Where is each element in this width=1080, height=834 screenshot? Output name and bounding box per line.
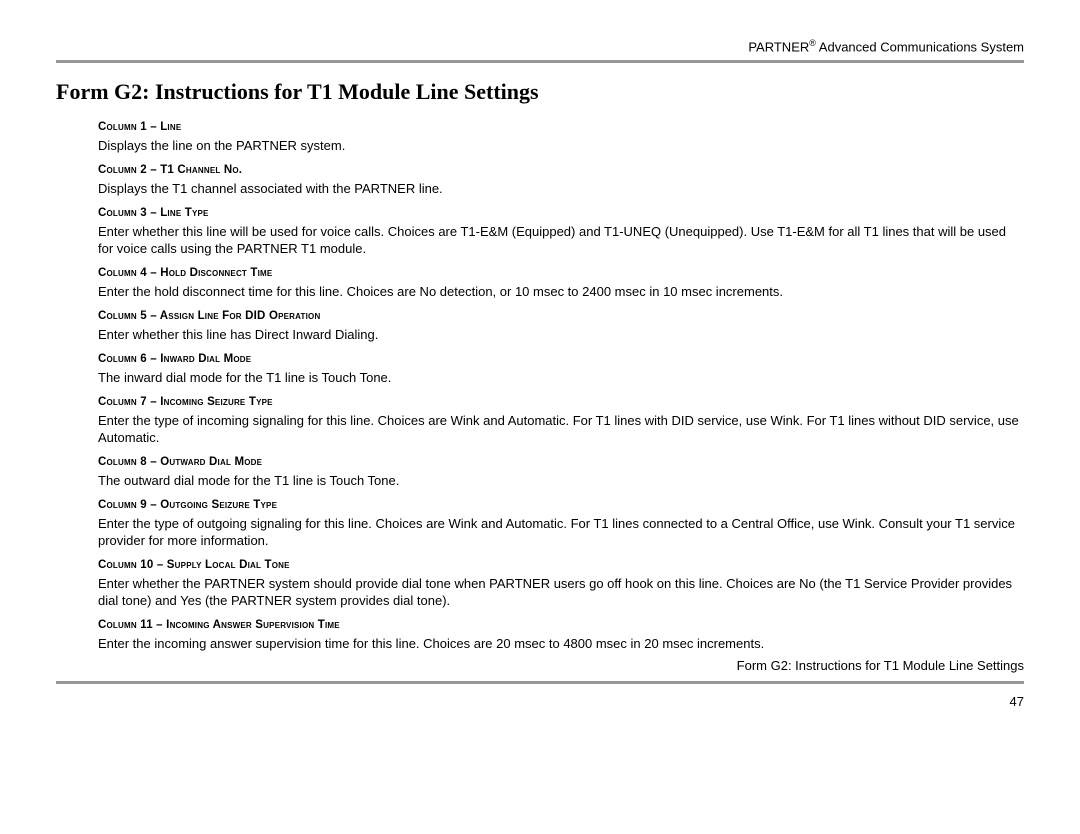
column-head: Column 3 – Line Type [98, 207, 1024, 219]
column-body: Enter whether the PARTNER system should … [98, 575, 1024, 609]
column-head: Column 2 – T1 Channel No. [98, 164, 1024, 176]
reg-mark: ® [809, 38, 816, 48]
column-body: Displays the line on the PARTNER system. [98, 137, 1024, 154]
column-body: Enter whether this line has Direct Inwar… [98, 326, 1024, 343]
page-number: 47 [56, 694, 1024, 709]
column-head: Column 1 – Line [98, 121, 1024, 133]
column-head: Column 7 – Incoming Seizure Type [98, 396, 1024, 408]
product: Advanced Communications System [819, 39, 1024, 54]
column-head: Column 11 – Incoming Answer Supervision … [98, 619, 1024, 631]
page-title: Form G2: Instructions for T1 Module Line… [56, 79, 1024, 105]
doc-footer: Form G2: Instructions for T1 Module Line… [56, 658, 1024, 673]
column-body: Enter the type of incoming signaling for… [98, 412, 1024, 446]
column-body: The outward dial mode for the T1 line is… [98, 472, 1024, 489]
column-body: The inward dial mode for the T1 line is … [98, 369, 1024, 386]
columns-section: Column 1 – Line Displays the line on the… [98, 121, 1024, 652]
rule-bottom [56, 681, 1024, 684]
column-body: Enter the hold disconnect time for this … [98, 283, 1024, 300]
doc-header: PARTNER® Advanced Communications System [56, 38, 1024, 54]
column-head: Column 10 – Supply Local Dial Tone [98, 559, 1024, 571]
column-body: Enter the incoming answer supervision ti… [98, 635, 1024, 652]
column-head: Column 4 – Hold Disconnect Time [98, 267, 1024, 279]
column-head: Column 9 – Outgoing Seizure Type [98, 499, 1024, 511]
rule-top [56, 60, 1024, 63]
column-body: Enter the type of outgoing signaling for… [98, 515, 1024, 549]
brand: PARTNER [748, 39, 809, 54]
column-head: Column 6 – Inward Dial Mode [98, 353, 1024, 365]
column-body: Displays the T1 channel associated with … [98, 180, 1024, 197]
column-head: Column 8 – Outward Dial Mode [98, 456, 1024, 468]
column-head: Column 5 – Assign Line For DID Operation [98, 310, 1024, 322]
column-body: Enter whether this line will be used for… [98, 223, 1024, 257]
